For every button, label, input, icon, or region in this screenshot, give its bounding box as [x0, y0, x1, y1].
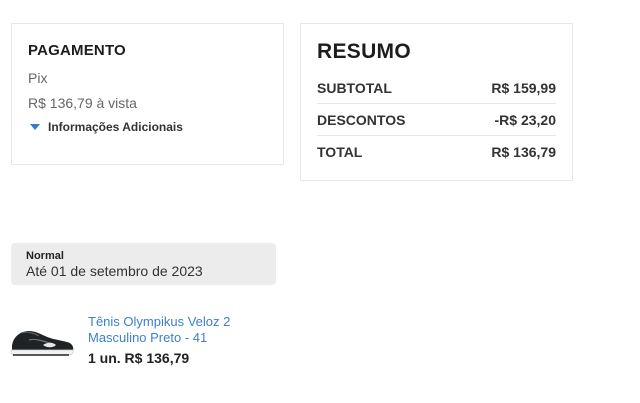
payment-amount: R$ 136,79 à vista	[28, 95, 137, 111]
total-value: R$ 136,79	[491, 144, 556, 160]
shipping-date: Até 01 de setembro de 2023	[26, 263, 203, 279]
summary-row-discounts: DESCONTOS -R$ 23,20	[317, 104, 556, 136]
discounts-value: -R$ 23,20	[494, 111, 556, 128]
summary-rows: SUBTOTAL R$ 159,99 DESCONTOS -R$ 23,20 T…	[317, 72, 556, 168]
payment-method: Pix	[28, 70, 48, 86]
shipping-info: Normal Até 01 de setembro de 2023	[11, 243, 276, 285]
payment-card: PAGAMENTO Pix R$ 136,79 à vista Informaç…	[11, 23, 284, 165]
summary-card: RESUMO SUBTOTAL R$ 159,99 DESCONTOS -R$ …	[300, 23, 573, 181]
subtotal-value: R$ 159,99	[491, 79, 556, 96]
product-name-link[interactable]: Tênis Olympikus Veloz 2 Masculino Preto …	[88, 314, 248, 346]
summary-row-subtotal: SUBTOTAL R$ 159,99	[317, 72, 556, 104]
additional-info-toggle[interactable]: Informações Adicionais	[28, 120, 267, 134]
summary-row-total: TOTAL R$ 136,79	[317, 136, 556, 168]
summary-title: RESUMO	[317, 40, 411, 63]
payment-title: PAGAMENTO	[28, 42, 126, 59]
caret-down-icon	[30, 124, 40, 130]
shipping-type: Normal	[26, 250, 64, 262]
subtotal-label: SUBTOTAL	[317, 79, 392, 96]
shoe-image	[10, 330, 74, 356]
total-label: TOTAL	[317, 144, 363, 160]
product-item: Tênis Olympikus Veloz 2 Masculino Preto …	[9, 314, 249, 374]
additional-info-label: Informações Adicionais	[48, 120, 183, 134]
discounts-label: DESCONTOS	[317, 111, 406, 128]
product-qty-price: 1 un. R$ 136,79	[88, 350, 190, 366]
